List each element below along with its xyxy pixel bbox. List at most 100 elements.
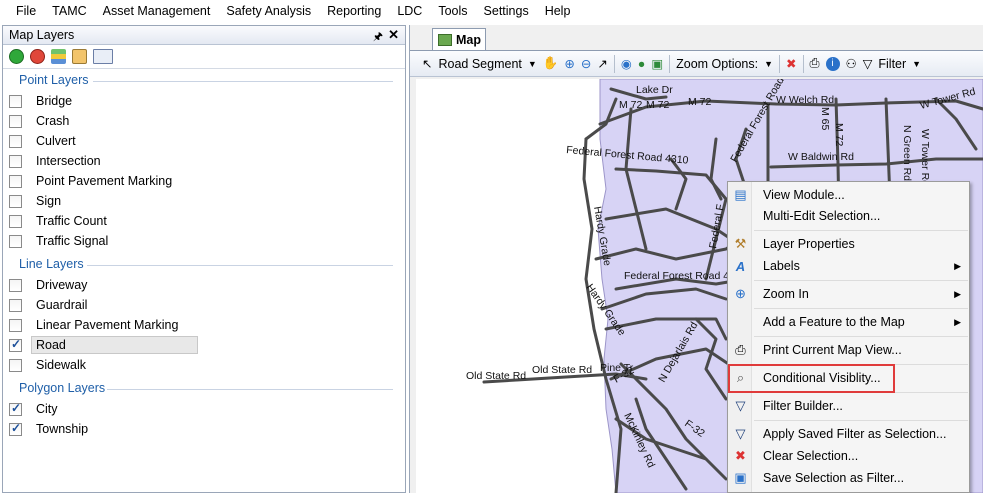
info-icon[interactable]: i — [825, 56, 840, 71]
checkbox[interactable] — [9, 114, 22, 128]
zoom-out-icon[interactable]: ⊖ — [581, 56, 591, 71]
menu-tools[interactable]: Tools — [430, 0, 475, 22]
menu-item-save-selection[interactable]: ▣ Save Selection as Filter... — [728, 467, 969, 489]
layer-item[interactable]: Sign — [9, 192, 61, 210]
submenu-arrow-icon: ▶ — [954, 288, 961, 299]
menu-item-view-module[interactable]: ▤ View Module... — [728, 184, 969, 206]
divider — [754, 308, 968, 309]
panel-title: Map Layers — [9, 28, 75, 42]
layer-item[interactable]: City — [9, 400, 58, 418]
clear-filter-icon: ✖ — [735, 448, 746, 463]
menu-item-filter-builder[interactable]: ▽ Filter Builder... — [728, 395, 969, 417]
checkbox[interactable] — [9, 421, 22, 436]
layer-item[interactable]: Driveway — [9, 276, 87, 294]
menu-help[interactable]: Help — [537, 0, 579, 22]
remove-layer-icon[interactable] — [30, 49, 45, 64]
menu-reporting[interactable]: Reporting — [319, 0, 389, 22]
checkbox[interactable] — [9, 94, 22, 108]
checkbox[interactable] — [9, 278, 22, 292]
checkbox[interactable] — [9, 318, 22, 332]
map-label: Old State Rd — [532, 364, 592, 376]
map-label: M 72 — [833, 123, 845, 147]
map-label: W Tower Rd — [919, 129, 931, 186]
layer-item[interactable]: Guardrail — [9, 296, 87, 314]
dropdown-icon[interactable]: ▼ — [764, 59, 773, 69]
zoom-in-icon[interactable]: ⊕ — [564, 56, 574, 71]
checkbox[interactable] — [9, 337, 22, 352]
layer-properties-icon[interactable] — [72, 49, 87, 64]
checkbox[interactable] — [9, 194, 22, 208]
checkbox[interactable] — [9, 214, 22, 228]
menu-bar: File TAMC Asset Management Safety Analys… — [0, 0, 983, 22]
checkbox[interactable] — [9, 298, 22, 312]
checkbox[interactable] — [9, 134, 22, 148]
add-layer-icon[interactable] — [9, 49, 24, 64]
binoculars-icon[interactable]: ⚇ — [846, 56, 857, 71]
menu-item-multi-edit[interactable]: Multi-Edit Selection... — [728, 205, 969, 227]
menu-item-zoom-in[interactable]: ⊕ Zoom In ▶ — [728, 283, 969, 305]
menu-tamc[interactable]: TAMC — [44, 0, 95, 22]
layer-item[interactable]: Point Pavement Marking — [9, 172, 172, 190]
select-icon[interactable]: ↗ — [597, 56, 607, 71]
menu-item-print-map[interactable]: ⎙ Print Current Map View... — [728, 339, 969, 361]
dropdown-icon[interactable]: ▼ — [528, 59, 537, 69]
checkbox[interactable] — [9, 358, 22, 372]
layer-item[interactable]: Bridge — [9, 92, 72, 110]
map-label: M 65 — [819, 107, 831, 131]
layer-item[interactable]: Township — [9, 420, 88, 438]
group-polygon-layers: Polygon Layers — [19, 381, 106, 395]
divider — [754, 230, 968, 231]
layer-item[interactable]: Traffic Signal — [9, 232, 108, 250]
layer-item[interactable]: Sidewalk — [9, 356, 86, 374]
submenu-arrow-icon: ▶ — [954, 260, 961, 271]
menu-ldc[interactable]: LDC — [389, 0, 430, 22]
layer-select[interactable]: Road Segment — [438, 57, 521, 71]
layer-item[interactable]: Linear Pavement Marking — [9, 316, 178, 334]
menu-item-clear-selection[interactable]: ✖ Clear Selection... — [728, 445, 969, 467]
map-toolbar: ↖ Road Segment ▼ ✋ ⊕ ⊖ ↗ ◉ ● ▣ Zoom Opti… — [410, 50, 983, 77]
menu-item-apply-saved-filter[interactable]: ▽ Apply Saved Filter as Selection... — [728, 423, 969, 445]
layer-item-road[interactable]: Road — [9, 336, 198, 354]
checkbox[interactable] — [9, 174, 22, 188]
view-options-icon[interactable] — [93, 49, 113, 64]
pointer-icon[interactable]: ↖ — [422, 56, 432, 71]
layers-toolbar — [3, 45, 405, 69]
map-label: M 72 — [646, 99, 670, 111]
map-label: Federal Forest Road 4 — [624, 270, 729, 282]
highlight-box — [728, 364, 895, 393]
filter-icon[interactable]: ▽ — [863, 56, 873, 71]
layer-item[interactable]: Crash — [9, 112, 69, 130]
map-icon — [438, 33, 452, 46]
layers-order-icon[interactable] — [51, 49, 66, 64]
clear-select-icon[interactable]: ✖ — [786, 56, 796, 71]
close-icon[interactable]: ✕ — [388, 27, 399, 43]
full-extent-icon[interactable]: ▣ — [651, 56, 663, 71]
layer-item[interactable]: Traffic Count — [9, 212, 107, 230]
menu-settings[interactable]: Settings — [476, 0, 537, 22]
map-label: M 72 — [688, 96, 712, 108]
filter-button[interactable]: Filter — [878, 57, 906, 71]
layer-item[interactable]: Intersection — [9, 152, 101, 170]
zoom-options[interactable]: Zoom Options: — [676, 57, 758, 71]
panel-header: Map Layers 🖈 ✕ — [3, 26, 405, 45]
menu-item-add-feature[interactable]: Add a Feature to the Map ▶ — [728, 311, 969, 333]
menu-file[interactable]: File — [8, 0, 44, 22]
print-icon[interactable]: ⎙ — [810, 56, 820, 71]
dropdown-icon[interactable]: ▼ — [912, 59, 921, 69]
divider — [93, 81, 393, 82]
checkbox[interactable] — [9, 154, 22, 168]
layer-item[interactable]: Culvert — [9, 132, 76, 150]
pan-icon[interactable]: ✋ — [543, 56, 559, 71]
globe-icon[interactable]: ● — [638, 57, 646, 71]
menu-item-layer-properties[interactable]: ⚒ Layer Properties — [728, 233, 969, 255]
checkbox[interactable] — [9, 401, 22, 416]
map-label: N Green Rd — [901, 125, 913, 181]
zoom-icon: ⊕ — [735, 286, 746, 301]
menu-asset-management[interactable]: Asset Management — [95, 0, 219, 22]
zoom-back-icon[interactable]: ◉ — [621, 56, 632, 71]
tab-map[interactable]: Map — [432, 28, 486, 50]
checkbox[interactable] — [9, 234, 22, 248]
pin-icon[interactable]: 🖈 — [373, 28, 383, 47]
menu-item-labels[interactable]: A Labels ▶ — [728, 255, 969, 277]
menu-safety-analysis[interactable]: Safety Analysis — [218, 0, 319, 22]
